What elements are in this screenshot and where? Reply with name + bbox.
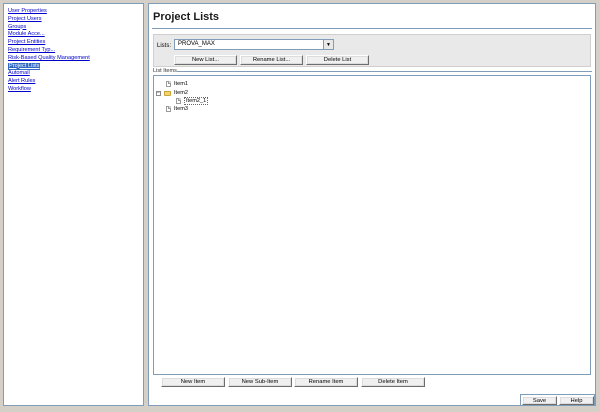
folder-icon [164, 90, 171, 96]
list-items-label: List Items [153, 68, 177, 74]
rename-item-button[interactable]: Rename Item [294, 377, 358, 387]
chevron-down-icon[interactable]: ▼ [323, 40, 333, 49]
tree-item-item1[interactable]: Item1 [166, 80, 188, 88]
tree-item-label: Item2 [174, 90, 188, 96]
title-divider [152, 28, 592, 29]
lists-label: Lists: [157, 43, 172, 49]
sidebar-item-alert-rules[interactable]: Alert Rules [8, 78, 35, 86]
sidebar-item-project-lists[interactable]: Project Lists [8, 62, 41, 71]
sidebar-item-automail[interactable]: Automail [8, 70, 30, 78]
new-sub-item-button[interactable]: New Sub-Item [228, 377, 292, 387]
lists-panel: Lists: PROVA_MAX ▼ New List... Rename Li… [153, 34, 591, 67]
tree-item-label: Item3 [174, 106, 188, 112]
lists-select-value: PROVA_MAX [178, 41, 215, 47]
delete-item-button[interactable]: Delete Item [361, 377, 425, 387]
lists-select[interactable]: PROVA_MAX ▼ [174, 39, 334, 50]
sidebar-item-requirement-types[interactable]: Requirement Typ... [8, 47, 55, 55]
sidebar-item-project-users[interactable]: Project Users [8, 16, 42, 24]
help-button[interactable]: Help [559, 396, 594, 405]
rename-list-button[interactable]: Rename List... [240, 55, 303, 65]
sidebar-item-groups[interactable]: Groups [8, 24, 26, 32]
new-list-button[interactable]: New List... [174, 55, 237, 65]
main-panel: Project Lists Lists: PROVA_MAX ▼ New Lis… [148, 3, 596, 406]
delete-list-button[interactable]: Delete List [306, 55, 369, 65]
sidebar-item-module-access[interactable]: Module Acce... [8, 31, 45, 39]
tree-item-label: Item2_1 [184, 97, 209, 105]
tree-item-item2-1[interactable]: Item2_1 [176, 97, 209, 105]
collapse-toggle-icon[interactable]: − [156, 90, 161, 96]
footer-bar: Save Help [520, 394, 595, 406]
sidebar-item-workflow[interactable]: Workflow [8, 86, 31, 94]
document-icon [166, 81, 171, 87]
tree-item-label: Item1 [174, 81, 188, 87]
list-items-tree[interactable]: Item1 − Item2 Item2_1 Item3 [153, 75, 591, 375]
document-icon [176, 98, 181, 104]
sidebar-item-user-properties[interactable]: User Properties [8, 8, 47, 16]
tree-item-item3[interactable]: Item3 [166, 105, 188, 113]
page-title: Project Lists [153, 11, 220, 23]
save-button[interactable]: Save [522, 396, 557, 405]
tree-item-item2[interactable]: − Item2 [156, 89, 188, 97]
list-items-divider [177, 71, 592, 72]
document-icon [166, 106, 171, 112]
sidebar: User Properties Project Users Groups Mod… [3, 3, 144, 406]
sidebar-item-project-entities[interactable]: Project Entities [8, 39, 45, 47]
new-item-button[interactable]: New Item [161, 377, 225, 387]
sidebar-item-risk-based-quality[interactable]: Risk-Based Quality Management [8, 55, 90, 63]
